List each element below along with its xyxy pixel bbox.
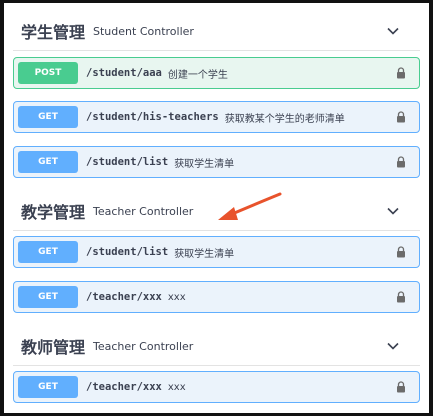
operation-path: /student/his-teachers [86,111,219,123]
operation-summary: xxx [167,381,186,393]
method-badge: POST [18,62,78,84]
operation-path: /teacher/xxx [86,381,162,393]
operation-summary: 创建一个学生 [167,69,228,81]
group-header-teaching[interactable]: 教学管理 Teacher Controller [13,191,420,231]
operation-path: /student/list [86,156,169,168]
operation-row[interactable]: GET /teacher/xxx xxx [13,281,420,313]
lock-icon[interactable] [396,156,406,168]
chevron-down-icon[interactable] [386,24,400,38]
chevron-down-icon[interactable] [386,204,400,218]
group-title: 学生管理 [21,22,86,42]
operation-row[interactable]: GET /student/list 获取学生清单 [13,146,420,178]
method-badge: GET [18,241,78,263]
group-description: Teacher Controller [93,205,194,218]
operation-row[interactable]: GET /student/list 获取学生清单 [13,236,420,268]
lock-icon[interactable] [396,67,406,79]
operation-summary: 获取学生清单 [174,248,235,260]
operation-path: /student/list [86,246,169,258]
operation-row[interactable]: GET /teacher/xxx xxx [13,371,420,403]
method-badge: GET [18,151,78,173]
operation-row[interactable]: POST /student/aaa 创建一个学生 [13,57,420,89]
group-title: 教学管理 [21,202,86,222]
group-description: Teacher Controller [93,340,194,353]
method-badge: GET [18,286,78,308]
lock-icon[interactable] [396,291,406,303]
method-badge: GET [18,106,78,128]
method-badge: GET [18,376,78,398]
lock-icon[interactable] [396,246,406,258]
operation-summary: 获取学生清单 [174,158,235,170]
operation-row[interactable]: GET /student/his-teachers 获取教某个学生的老师清单 [13,101,420,133]
operation-path: /teacher/xxx [86,291,162,303]
group-header-student[interactable]: 学生管理 Student Controller [13,11,420,51]
lock-icon[interactable] [396,381,406,393]
operation-summary: xxx [167,291,186,303]
operation-path: /student/aaa [86,67,162,79]
operation-summary: 获取教某个学生的老师清单 [224,113,345,125]
chevron-down-icon[interactable] [386,339,400,353]
group-description: Student Controller [93,25,194,38]
lock-icon[interactable] [396,111,406,123]
group-title: 教师管理 [21,337,86,357]
group-header-teacher[interactable]: 教师管理 Teacher Controller [13,326,420,366]
